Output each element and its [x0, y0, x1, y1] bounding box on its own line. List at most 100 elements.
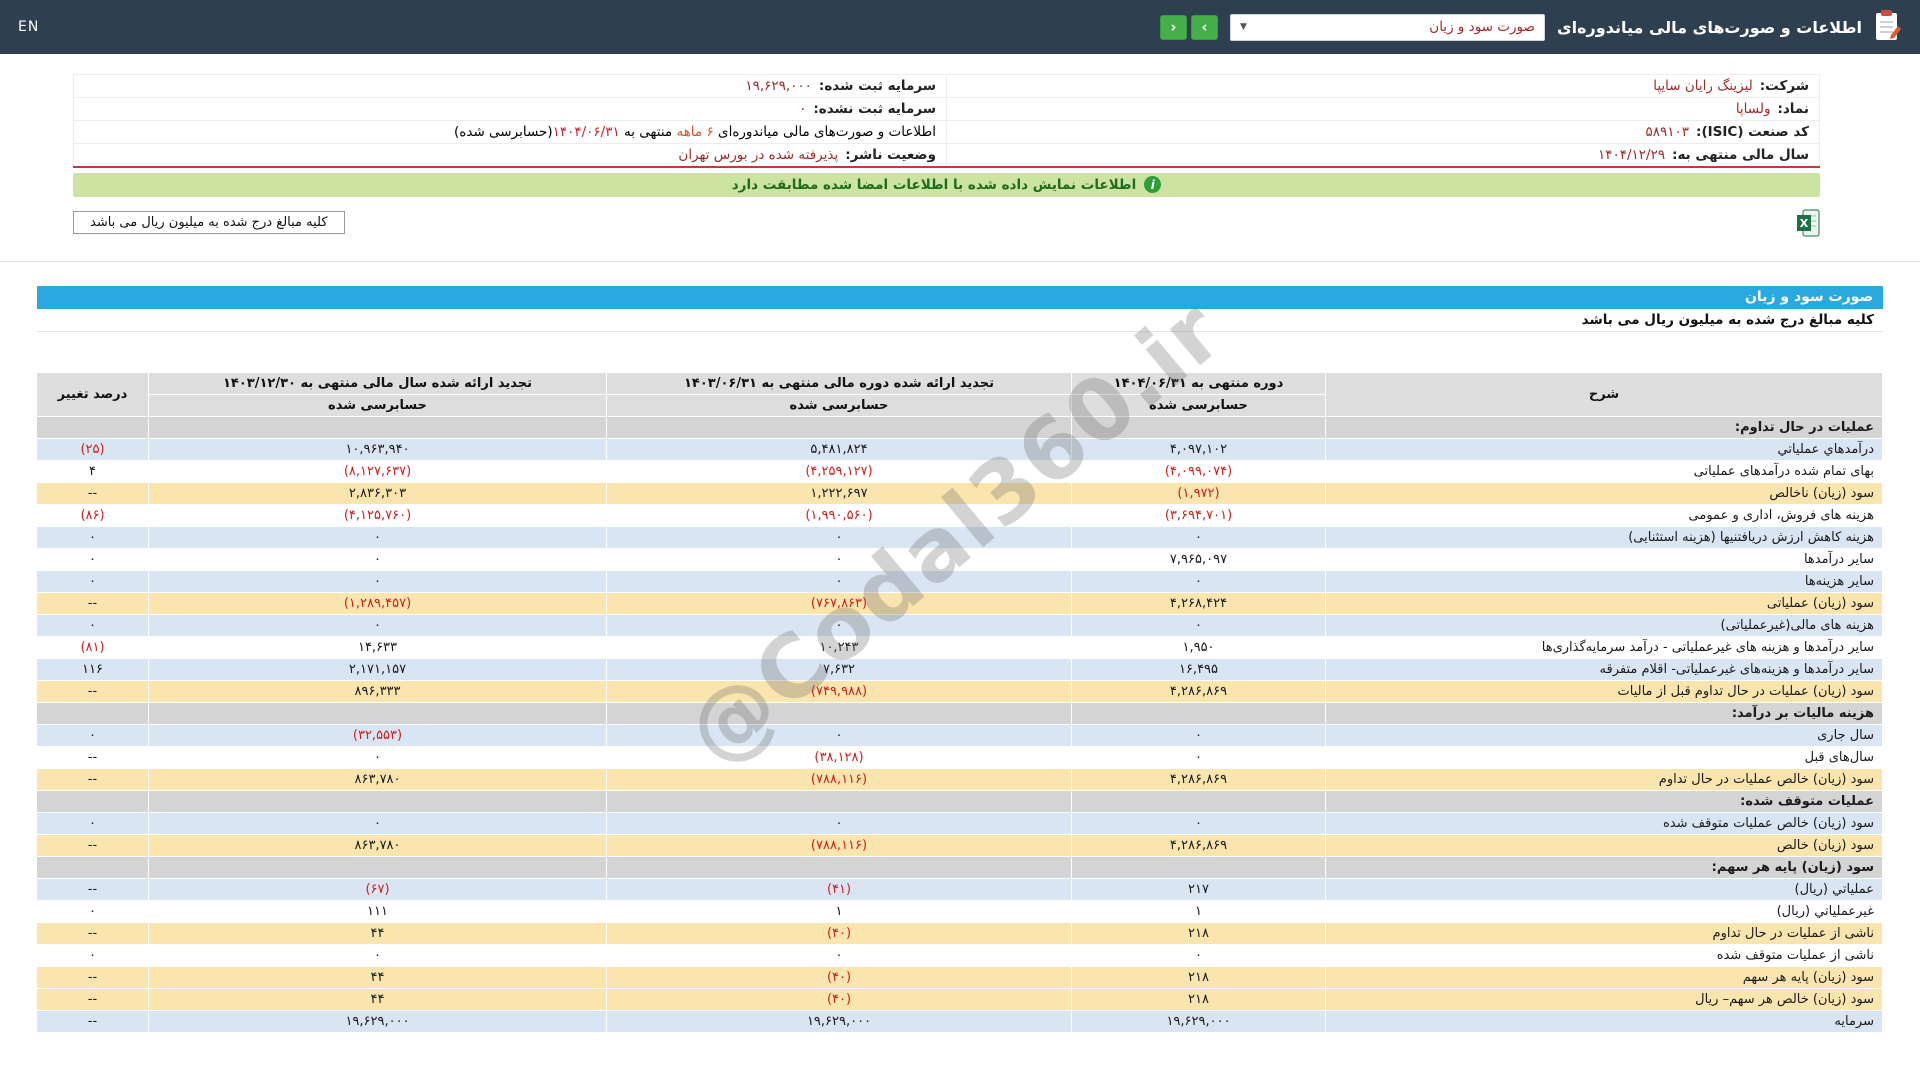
cell-value: ۰ — [36, 723, 149, 747]
cell-value: (۶۷) — [148, 877, 607, 901]
section-row: هزینه مالیات بر درآمد: — [36, 701, 1883, 725]
previous-statement-button[interactable]: ‹ — [1159, 14, 1187, 40]
cell-value: ۰ — [148, 569, 607, 593]
row-label: سایر درآمدها و هزینه‌های غیرعملیاتی- اقل… — [1325, 657, 1883, 681]
row-label: سایر درآمدها — [1325, 547, 1883, 571]
table-row: سال جاری ۰ ۰ (۳۲,۵۵۳) ۰ — [36, 723, 1883, 747]
table-row: سایر درآمدها و هزینه های غیرعملیاتی - در… — [36, 635, 1883, 659]
company-info-row: سال مالی منتهی به: ۱۴۰۴/۱۲/۲۹ وضعیت ناشر: پ… — [73, 143, 1820, 167]
table-row: درآمدهاي عملياتي ۴,۰۹۷,۱۰۲ ۵,۴۸۱,۸۲۴ ۱۰,۹۶۳… — [36, 437, 1883, 461]
cell-value: ۰ — [606, 525, 1072, 549]
cell-value — [1071, 415, 1326, 439]
cell-value: ۰ — [606, 569, 1072, 593]
cell-value: ۱,۹۵۰ — [1071, 635, 1326, 659]
cell-value: (۴,۲۵۹,۱۲۷) — [606, 459, 1072, 483]
row-label: ناشی از عملیات متوقف شده — [1325, 943, 1883, 967]
row-label: سال جاری — [1325, 723, 1883, 747]
table-row: سود (زیان) خالص عملیات متوقف شده ۰ ۰ ۰ ۰ — [36, 811, 1883, 835]
cell-value: ۴,۲۸۶,۸۶۹ — [1071, 833, 1326, 857]
row-label: سود (زیان) خالص عملیات متوقف شده — [1325, 811, 1883, 835]
cell-value: ۰ — [36, 899, 149, 923]
row-label: سود (زیان) ناخالص — [1325, 481, 1883, 505]
language-toggle-en[interactable]: EN — [18, 19, 39, 35]
cell-value: ۰ — [36, 569, 149, 593]
cell-value — [1071, 855, 1326, 879]
report-icon — [1874, 9, 1902, 45]
cell-value: -- — [36, 767, 149, 791]
row-label: هزینه کاهش ارزش دریافتنیها (هزینه استثنا… — [1325, 525, 1883, 549]
table-row: سال‌های قبل ۰ (۳۸,۱۲۸) ۰ -- — [36, 745, 1883, 769]
cell-value: ۱ — [606, 899, 1072, 923]
section-row: عملیات متوقف شده: — [36, 789, 1883, 813]
cell-value: ۰ — [606, 723, 1072, 747]
table-gap — [37, 332, 1883, 372]
company-info-row: شرکت: لیزینگ رایان سایپا سرمایه ثبت شده: ۱۹… — [73, 74, 1820, 98]
cell-value — [148, 789, 607, 813]
column-subheader-audited: حسابرسی شده — [1071, 393, 1326, 417]
info-value: ولساپا — [1735, 101, 1771, 117]
cell-value: (۸۱) — [36, 635, 149, 659]
cell-value: (۷۴۹,۹۸۸) — [606, 679, 1072, 703]
cell-value: (۴۰) — [606, 987, 1072, 1011]
cell-value: ۲۱۸ — [1071, 987, 1326, 1011]
row-label: هزینه های مالی(غیرعملیاتی) — [1325, 613, 1883, 637]
cell-value: (۴۱) — [606, 877, 1072, 901]
statement-type-dropdown[interactable]: صورت سود و زیان ▼ — [1229, 13, 1545, 41]
row-label: عملیات در حال تداوم: — [1325, 415, 1883, 439]
cell-value — [606, 415, 1072, 439]
section-row: عملیات در حال تداوم: — [36, 415, 1883, 439]
cell-value: ۰ — [148, 745, 607, 769]
next-statement-button[interactable]: › — [1190, 14, 1218, 40]
cell-value: ۰ — [1071, 569, 1326, 593]
column-subheader-audited: حسابرسی شده — [148, 393, 607, 417]
cell-value: ۸۶۳,۷۸۰ — [148, 767, 607, 791]
cell-value: ۱,۲۲۲,۶۹۷ — [606, 481, 1072, 505]
row-label: سود (زیان) پایه هر سهم — [1325, 965, 1883, 989]
cell-value: -- — [36, 745, 149, 769]
cell-value: -- — [36, 965, 149, 989]
cell-value: ۰ — [36, 525, 149, 549]
cell-value: (۴۰) — [606, 965, 1072, 989]
info-text-part: (حسابرسی شده) — [454, 124, 553, 140]
row-label: عملیاتي (ریال) — [1325, 877, 1883, 901]
row-label: سود (زیان) خالص — [1325, 833, 1883, 857]
cell-value: ۷,۹۶۵,۰۹۷ — [1071, 547, 1326, 571]
signed-data-banner: i اطلاعات نمایش داده شده با اطلاعات امضا… — [73, 172, 1820, 197]
excel-export-icon[interactable]: X — [1796, 209, 1820, 237]
income-statement-table: شرح دوره منتهی به ۱۴۰۴/۰۶/۳۱ تجدید ارائه… — [36, 371, 1883, 1033]
info-cell: شرکت: لیزینگ رایان سایپا — [946, 74, 1820, 98]
company-info-row: کد صنعت (ISIC): ۵۸۹۱۰۳ اطلاعات و صورت‌های … — [73, 120, 1820, 144]
cell-value: ۱۹,۶۲۹,۰۰۰ — [148, 1009, 607, 1033]
cell-value: (۷۶۷,۸۶۳) — [606, 591, 1072, 615]
cell-value: ۲۱۸ — [1071, 921, 1326, 945]
cell-value: (۸,۱۲۷,۶۳۷) — [148, 459, 607, 483]
cell-value: ۲,۸۳۶,۳۰۳ — [148, 481, 607, 505]
cell-value: -- — [36, 877, 149, 901]
info-cell: نماد: ولساپا — [946, 97, 1820, 121]
cell-value: ۰ — [148, 613, 607, 637]
row-label: هزینه های فروش، اداری و عمومی — [1325, 503, 1883, 527]
company-info-section: شرکت: لیزینگ رایان سایپا سرمایه ثبت شده: ۱۹… — [73, 74, 1820, 237]
table-row: هزینه های مالی(غیرعملیاتی) ۰ ۰ ۰ ۰ — [36, 613, 1883, 637]
info-value: ۰ — [799, 101, 807, 117]
company-info-body: شرکت: لیزینگ رایان سایپا سرمایه ثبت شده: ۱۹… — [73, 74, 1820, 167]
cell-value: -- — [36, 987, 149, 1011]
table-row: بهای تمام شده درآمدهای عملیاتی (۴,۰۹۹,۰۷۴… — [36, 459, 1883, 483]
table-row: سرمایه ۱۹,۶۲۹,۰۰۰ ۱۹,۶۲۹,۰۰۰ ۱۹,۶۲۹,۰۰۰ -- — [36, 1009, 1883, 1033]
info-label: سرمایه ثبت شده: — [818, 78, 936, 94]
info-cell: اطلاعات و صورت‌های مالی میاندوره‌ای ۶ ما… — [73, 120, 947, 144]
cell-value: ۰ — [148, 943, 607, 967]
row-label: سود (زیان) پایه هر سهم: — [1325, 855, 1883, 879]
income-table-body: عملیات در حال تداوم: درآمدهاي عملياتي ۴,۰۹… — [36, 415, 1883, 1033]
info-label: نماد: — [1777, 101, 1809, 117]
cell-value: ۰ — [148, 547, 607, 571]
unit-row: X کلیه مبالغ درج شده به میلیون ریال می ب… — [73, 209, 1820, 237]
report-unit-note: کلیه مبالغ درج شده به میلیون ریال می باش… — [37, 309, 1883, 332]
cell-value: ۲,۱۷۱,۱۵۷ — [148, 657, 607, 681]
report-title-bar: صورت سود و زیان — [37, 285, 1883, 309]
table-row: سود (زیان) خالص هر سهم– ریال ۲۱۸ (۴۰) ۴۴ -- — [36, 987, 1883, 1011]
cell-value: ۰ — [606, 943, 1072, 967]
cell-value: ۰ — [1071, 811, 1326, 835]
cell-value: ۴,۲۸۶,۸۶۹ — [1071, 679, 1326, 703]
info-icon: i — [1144, 176, 1162, 193]
